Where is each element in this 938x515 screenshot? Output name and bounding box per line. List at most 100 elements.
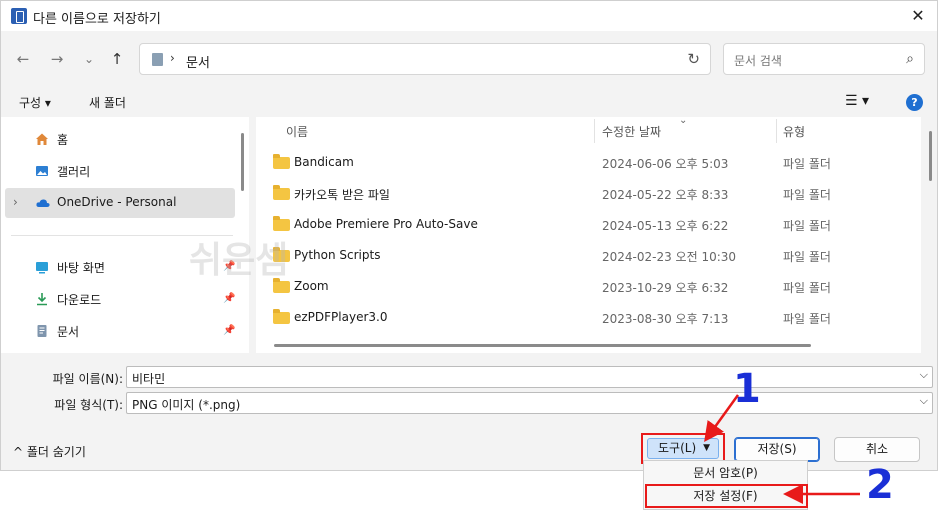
sidebar-item-downloads[interactable]: 다운로드 📌	[5, 284, 235, 314]
highlight-box	[645, 484, 808, 508]
column-divider[interactable]	[594, 119, 595, 143]
file-row[interactable]: ezPDFPlayer3.0 2023-08-30 오후 7:13 파일 폴더	[256, 301, 921, 332]
sort-descending-icon: ⌄	[679, 115, 688, 126]
sidebar-item-home[interactable]: 홈	[5, 124, 235, 154]
document-icon	[37, 325, 47, 337]
file-name: Zoom	[294, 279, 329, 293]
filetype-label: 파일 형식(T):	[54, 398, 123, 412]
step-number-1: 1	[733, 366, 761, 412]
refresh-icon[interactable]: ↻	[687, 50, 700, 68]
file-name: Bandicam	[294, 155, 354, 169]
watermark-text: 쉬운셈	[189, 240, 289, 281]
gallery-icon	[36, 166, 48, 176]
tools-label: 도구(L)	[658, 441, 697, 455]
title-bar: 다른 이름으로 저장하기 ✕	[1, 1, 937, 31]
sidebar-item-label: 갤러리	[57, 165, 91, 179]
search-input[interactable]: 문서 검색	[734, 52, 782, 69]
window-title: 다른 이름으로 저장하기	[33, 12, 161, 27]
forward-button[interactable]: →	[45, 48, 69, 70]
view-options-icon[interactable]: ☰ ▾	[845, 93, 869, 109]
file-row[interactable]: Bandicam 2024-06-06 오후 5:03 파일 폴더	[256, 146, 921, 177]
filetype-value[interactable]: PNG 이미지 (*.png)	[132, 396, 240, 413]
file-type: 파일 폴더	[783, 219, 831, 233]
search-box[interactable]: 문서 검색 ⌕	[723, 43, 925, 75]
up-button[interactable]: ↑	[105, 48, 129, 70]
recent-locations-button[interactable]: ⌄	[77, 48, 101, 70]
menu-item-document-password[interactable]: 문서 암호(P)	[644, 462, 807, 484]
file-type: 파일 폴더	[783, 188, 831, 202]
filename-field[interactable]: 비타민 ⌵	[126, 366, 933, 388]
file-list: 이름 수정한 날짜 ⌄ 유형 Bandicam 2024-06-06 오후 5:…	[256, 115, 921, 353]
organize-button[interactable]: 구성 ▾	[19, 94, 51, 111]
file-date: 2024-06-06 오후 5:03	[602, 157, 729, 171]
file-type: 파일 폴더	[783, 312, 831, 326]
expand-chevron-icon[interactable]: ›	[13, 195, 18, 209]
file-date: 2023-10-29 오후 6:32	[602, 281, 729, 295]
address-bar[interactable]: › 문서 ↻	[139, 43, 711, 75]
column-header-name[interactable]: 이름	[286, 123, 308, 140]
chevron-down-icon[interactable]: ⌵	[920, 368, 928, 382]
sidebar-item-label: 문서	[57, 325, 80, 339]
help-icon[interactable]: ?	[906, 94, 923, 111]
file-type: 파일 폴더	[783, 250, 831, 264]
dropdown-arrow-icon: ▼	[703, 443, 710, 453]
file-date: 2024-05-22 오후 8:33	[602, 188, 729, 202]
back-button[interactable]: ←	[11, 48, 35, 70]
hide-folders-button[interactable]: ^ 폴더 숨기기	[13, 443, 86, 460]
file-row[interactable]: 카카오톡 받은 파일 2024-05-22 오후 8:33 파일 폴더	[256, 177, 921, 208]
horizontal-scrollbar[interactable]	[274, 344, 811, 347]
tools-menu: 문서 암호(P) 저장 설정(F)	[643, 460, 808, 510]
filename-value[interactable]: 비타민	[132, 370, 165, 387]
step-number-2: 2	[866, 462, 894, 508]
sidebar-item-label: OneDrive - Personal	[57, 195, 177, 209]
sidebar-item-label: 홈	[57, 133, 69, 147]
sidebar-item-label: 바탕 화면	[57, 261, 105, 275]
file-name: Python Scripts	[294, 248, 381, 262]
desktop-icon	[36, 262, 48, 274]
tools-button[interactable]: 도구(L) ▼	[647, 438, 719, 459]
save-button[interactable]: 저장(S)	[734, 437, 820, 462]
app-icon	[11, 8, 27, 24]
folder-icon	[273, 216, 290, 231]
chevron-down-icon[interactable]: ⌵	[920, 394, 928, 408]
sidebar-scrollbar[interactable]	[241, 133, 244, 191]
sidebar-item-documents[interactable]: 문서 📌	[5, 316, 235, 346]
close-button[interactable]: ✕	[903, 3, 933, 29]
new-folder-button[interactable]: 새 폴더	[89, 94, 126, 111]
sidebar-item-gallery[interactable]: 갤러리	[5, 156, 235, 186]
file-row[interactable]: Adobe Premiere Pro Auto-Save 2024-05-13 …	[256, 208, 921, 239]
cloud-icon	[36, 199, 50, 207]
save-as-dialog: 다른 이름으로 저장하기 ✕ ← → ⌄ ↑ › 문서 ↻ 문서 검색 ⌕ 구성…	[0, 0, 938, 471]
file-date: 2023-08-30 오후 7:13	[602, 312, 729, 326]
search-icon[interactable]: ⌕	[906, 51, 914, 67]
vertical-scrollbar[interactable]	[929, 131, 932, 181]
folder-icon	[273, 185, 290, 200]
sidebar-item-onedrive[interactable]: › OneDrive - Personal	[5, 188, 235, 218]
download-icon	[37, 293, 47, 306]
column-divider[interactable]	[776, 119, 777, 143]
column-header-type[interactable]: 유형	[783, 123, 805, 140]
file-type: 파일 폴더	[783, 157, 831, 171]
document-icon	[152, 53, 163, 66]
file-row[interactable]: Zoom 2023-10-29 오후 6:32 파일 폴더	[256, 270, 921, 301]
pin-icon[interactable]: 📌	[223, 293, 235, 304]
file-name: ezPDFPlayer3.0	[294, 310, 388, 324]
filetype-select[interactable]: PNG 이미지 (*.png) ⌵	[126, 392, 933, 414]
file-name: 카카오톡 받은 파일	[294, 188, 390, 202]
path-separator-icon: ›	[170, 51, 175, 65]
cancel-button[interactable]: 취소	[834, 437, 920, 462]
folder-icon	[273, 309, 290, 324]
column-header-date[interactable]: 수정한 날짜	[602, 123, 661, 140]
navigation-bar: ← → ⌄ ↑ › 문서 ↻ 문서 검색 ⌕	[1, 31, 937, 87]
file-date: 2024-02-23 오전 10:30	[602, 250, 737, 264]
sidebar-item-label: 다운로드	[57, 293, 102, 307]
command-bar: 구성 ▾ 새 폴더 ☰ ▾ ?	[1, 87, 937, 117]
file-date: 2024-05-13 오후 6:22	[602, 219, 729, 233]
pin-icon[interactable]: 📌	[223, 325, 235, 336]
file-row[interactable]: Python Scripts 2024-02-23 오전 10:30 파일 폴더	[256, 239, 921, 270]
filename-label: 파일 이름(N):	[52, 372, 123, 386]
home-icon	[36, 133, 48, 145]
folder-icon	[273, 154, 290, 169]
address-path[interactable]: 문서	[186, 52, 210, 71]
file-type: 파일 폴더	[783, 281, 831, 295]
